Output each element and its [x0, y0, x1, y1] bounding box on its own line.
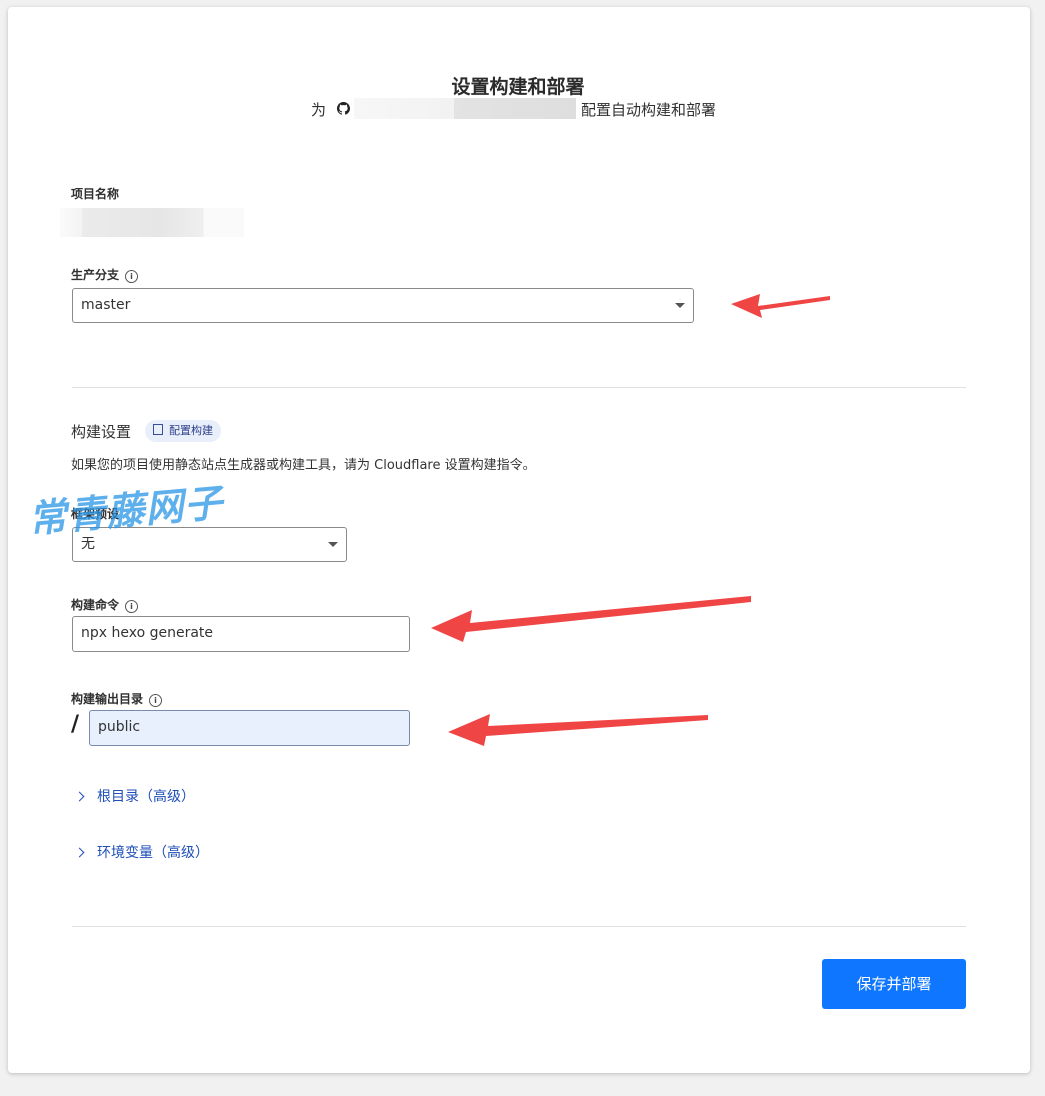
annotation-arrow	[431, 596, 751, 642]
annotation-arrow	[448, 714, 708, 746]
annotation-arrows	[431, 294, 830, 746]
annotation-arrow	[731, 294, 830, 318]
